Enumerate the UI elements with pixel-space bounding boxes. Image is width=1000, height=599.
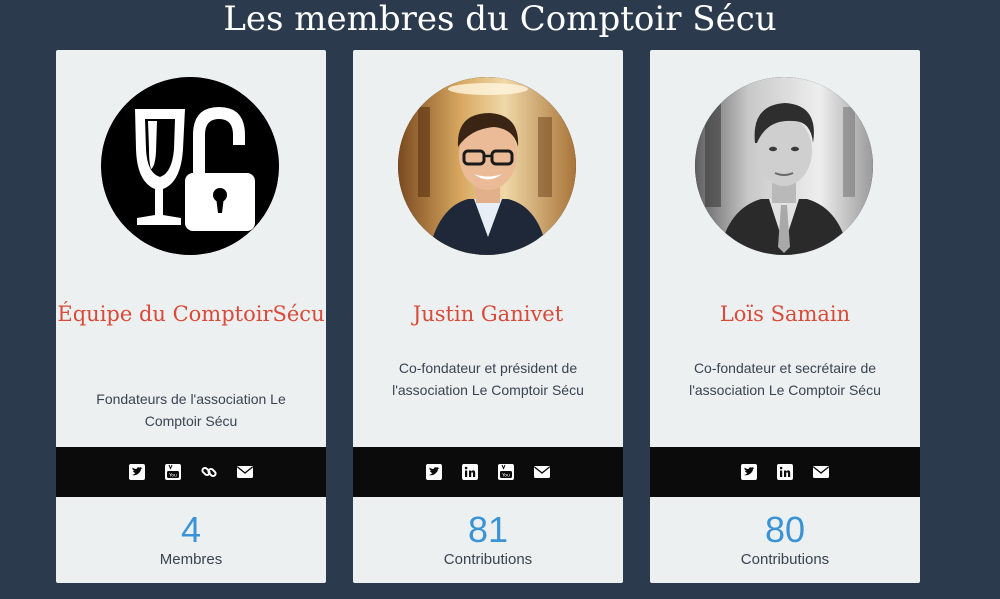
- member-description: Fondateurs de l'association Le Comptoir …: [96, 391, 286, 429]
- member-count-label: Contributions: [740, 551, 830, 568]
- wine-glass-padlock-logo: [101, 77, 279, 255]
- member-name[interactable]: Justin Ganivet: [353, 299, 623, 330]
- member-count-label: Contributions: [443, 551, 533, 568]
- twitter-icon[interactable]: [128, 463, 146, 481]
- photo-justin-ganivet: [398, 77, 576, 255]
- youtube-icon[interactable]: You: [497, 463, 515, 481]
- member-description: Co-fondateur et président de l'associati…: [392, 360, 584, 398]
- member-count: 4: [180, 509, 202, 550]
- member-description: Co-fondateur et secrétaire de l'associat…: [689, 360, 881, 398]
- link-icon[interactable]: [200, 463, 218, 481]
- social-bar: [650, 447, 920, 497]
- avatar[interactable]: [101, 77, 279, 255]
- social-bar: You: [56, 447, 326, 497]
- social-bar: You: [353, 447, 623, 497]
- youtube-icon[interactable]: You: [164, 463, 182, 481]
- linkedin-icon[interactable]: [776, 463, 794, 481]
- linkedin-icon[interactable]: [461, 463, 479, 481]
- twitter-icon[interactable]: [425, 463, 443, 481]
- page-title: Les membres du Comptoir Sécu: [223, 0, 777, 39]
- svg-text:You: You: [501, 473, 510, 479]
- member-count: 81: [467, 509, 509, 550]
- photo-lois-samain: [695, 77, 873, 255]
- email-icon[interactable]: [236, 463, 254, 481]
- member-card-lois-samain: Loïs Samain Co-fondateur et secrétaire d…: [650, 50, 920, 583]
- member-count: 80: [764, 509, 806, 550]
- email-icon[interactable]: [533, 463, 551, 481]
- avatar[interactable]: [398, 77, 576, 255]
- member-card-equipe: Équipe du ComptoirSécu Fondateurs de l'a…: [56, 50, 326, 583]
- member-name[interactable]: Équipe du ComptoirSécu: [56, 299, 326, 330]
- member-name[interactable]: Loïs Samain: [650, 299, 920, 330]
- svg-text:You: You: [168, 473, 177, 479]
- member-card-justin-ganivet: Justin Ganivet Co-fondateur et président…: [353, 50, 623, 583]
- member-count-label: Membres: [159, 551, 223, 568]
- email-icon[interactable]: [812, 463, 830, 481]
- avatar[interactable]: [695, 77, 873, 255]
- twitter-icon[interactable]: [740, 463, 758, 481]
